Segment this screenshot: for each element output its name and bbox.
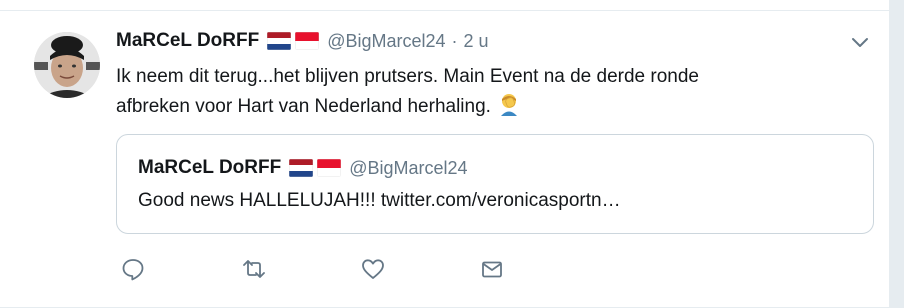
quoted-tweet-header: MaRCeL DoRFF @BigMarcel24 (138, 157, 468, 179)
quoted-tweet-text: Good news HALLELUJAH!!! twitter.com/vero… (138, 190, 621, 211)
tweet-header: MaRCeL DoRFF @BigMarcel24 · 2 u (116, 30, 489, 52)
heart-icon[interactable] (358, 256, 388, 282)
tweet-text-line-1: Ik neem dit terug...het blijven prutsers… (116, 66, 699, 87)
chevron-down-icon[interactable] (848, 34, 872, 52)
retweet-icon[interactable] (239, 256, 269, 282)
flag-emojis (267, 32, 320, 50)
envelope-icon[interactable] (477, 256, 507, 282)
tweet-card[interactable]: MaRCeL DoRFF @BigMarcel24 · 2 u Ik neem … (0, 0, 890, 308)
netherlands-flag-icon (267, 32, 292, 50)
display-name[interactable]: MaRCeL DoRFF (116, 30, 259, 52)
user-handle[interactable]: @BigMarcel24 (327, 31, 445, 52)
reply-icon[interactable] (118, 256, 148, 282)
tweet-text: Ik neem dit terug...het blijven prutsers… (116, 62, 856, 122)
avatar[interactable] (34, 32, 100, 98)
man-facepalming-emoji-icon (497, 92, 521, 116)
indonesia-flag-icon (295, 32, 320, 50)
tweet-text-line-2: afbreken voor Hart van Nederland herhali… (116, 96, 491, 117)
quoted-flag-emojis (289, 159, 342, 177)
tweet-text-line-2-wrap: afbreken voor Hart van Nederland herhali… (116, 92, 856, 122)
indonesia-flag-icon (317, 159, 342, 177)
divider (0, 10, 890, 11)
separator: · (451, 30, 458, 51)
quoted-user-handle: @BigMarcel24 (349, 157, 468, 178)
timestamp[interactable]: 2 u (464, 31, 489, 52)
netherlands-flag-icon (289, 159, 314, 177)
quoted-tweet[interactable]: MaRCeL DoRFF @BigMarcel24 Good news HALL… (116, 134, 874, 234)
quoted-display-name: MaRCeL DoRFF (138, 157, 282, 178)
